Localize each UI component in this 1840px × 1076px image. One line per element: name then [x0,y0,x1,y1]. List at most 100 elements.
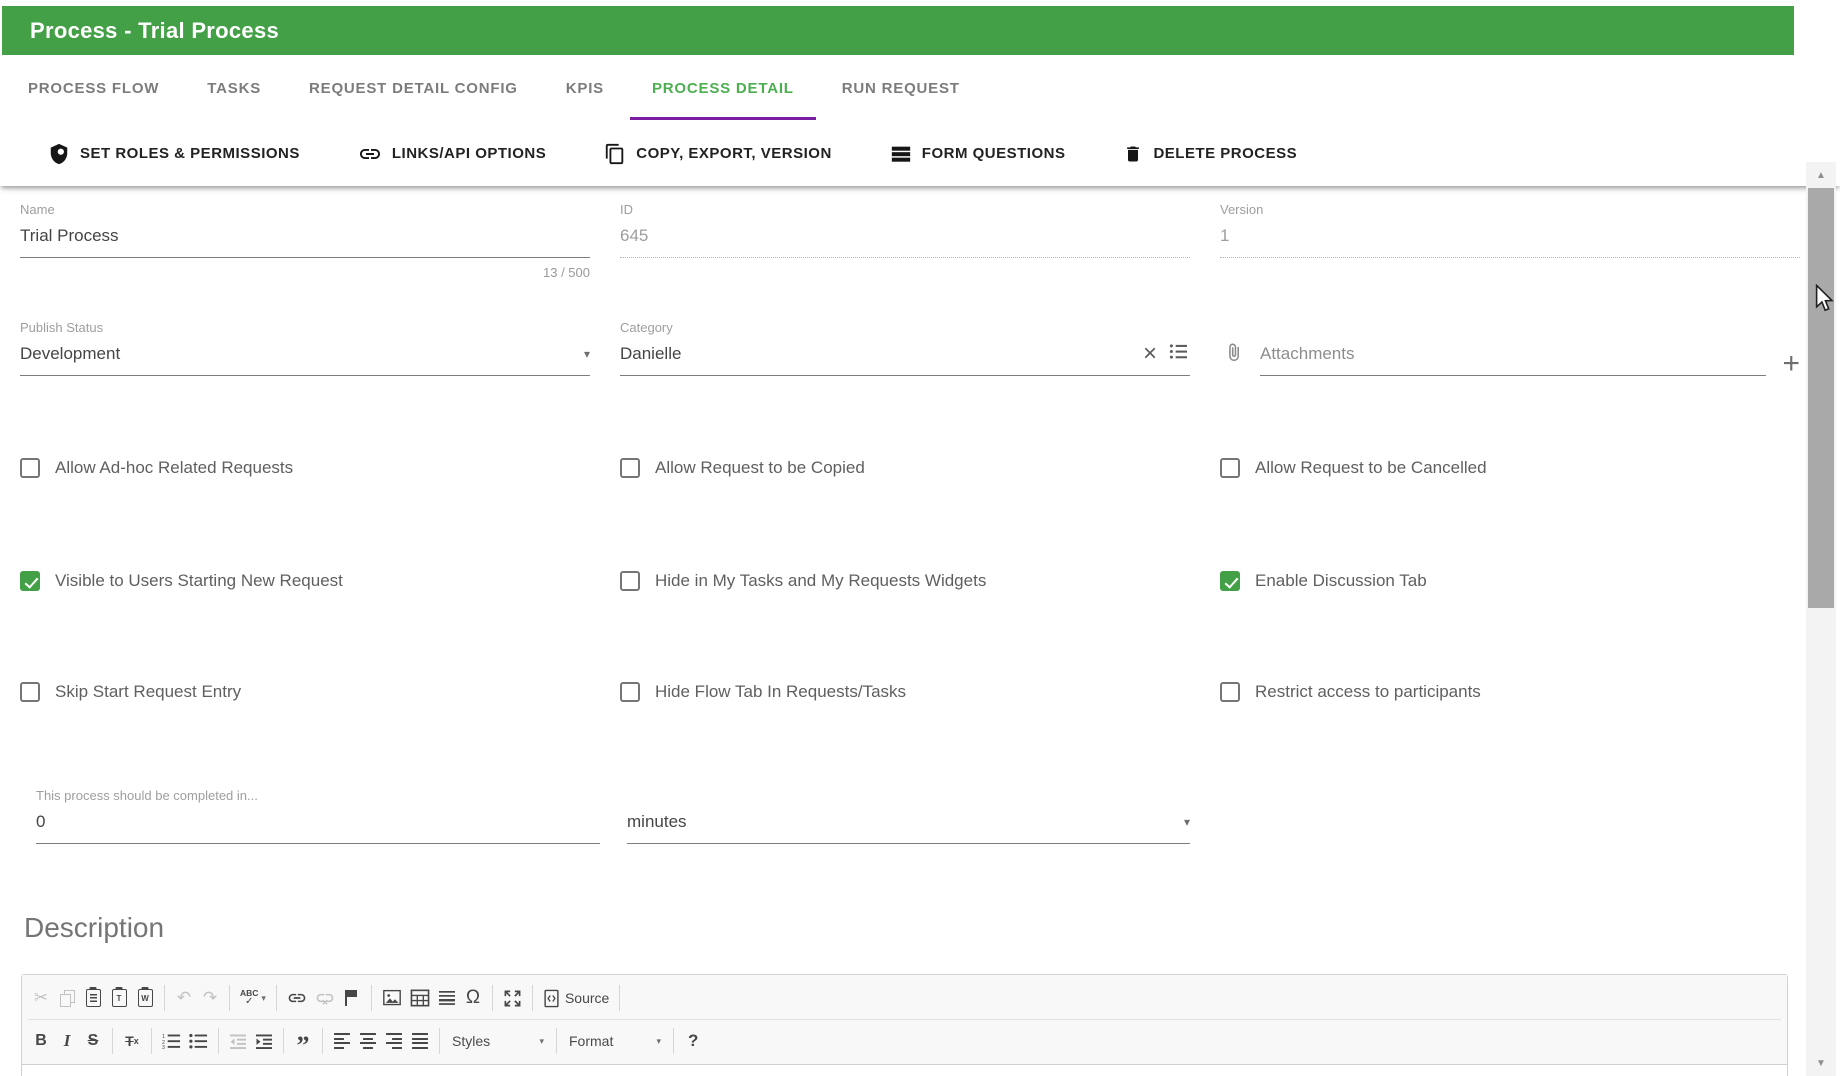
paste-from-word-icon[interactable]: W [132,984,158,1012]
checkbox-skip-start-request-entry[interactable] [20,682,40,702]
bold-icon[interactable]: B [28,1027,54,1055]
source-doc-icon [543,989,560,1008]
maximize-icon[interactable] [499,984,526,1012]
form-questions-button[interactable]: FORM QUESTIONS [890,143,1066,165]
checkbox-allow-adhoc-related-requests[interactable] [20,458,40,478]
insert-table-icon[interactable] [406,984,434,1012]
spell-check-icon[interactable]: ABC✓ ▾ [236,984,270,1012]
toolbar-separator [164,985,165,1011]
checkbox-row-item: Allow Request to be Copied [620,458,1190,478]
bulleted-list-icon[interactable] [185,1027,212,1055]
anchor-flag-icon[interactable] [339,984,365,1012]
page-title: Process - Trial Process [30,18,279,44]
source-button[interactable]: Source [539,984,613,1012]
toolbar-separator [229,985,230,1011]
remove-format-icon[interactable]: Tx [119,1027,145,1055]
add-attachment-icon[interactable]: + [1782,352,1800,376]
name-input[interactable]: Trial Process [20,226,590,246]
completed-in-label: This process should be completed in... [36,788,258,803]
special-character-icon[interactable]: Ω [460,984,486,1012]
paste-icon[interactable] [80,984,106,1012]
scroll-up-arrow-icon[interactable]: ▲ [1806,164,1836,186]
toolbar-separator [151,1028,152,1054]
vertical-scrollbar[interactable]: ▲ ▼ [1806,162,1836,1076]
category-list-icon[interactable] [1169,343,1188,365]
tab-request-detail-config[interactable]: REQUEST DETAIL CONFIG [309,55,518,121]
tab-kpis[interactable]: KPIS [566,55,604,121]
redo-icon: ↷ [197,984,223,1012]
increase-indent-icon[interactable] [251,1027,277,1055]
checkbox-allow-request-copied[interactable] [620,458,640,478]
italic-icon[interactable]: I [54,1027,80,1055]
paste-plain-text-icon[interactable]: T [106,984,132,1012]
toolbar-separator [283,1028,284,1054]
delete-process-button[interactable]: DELETE PROCESS [1123,143,1297,165]
insert-link-icon[interactable] [283,984,311,1012]
app-window: Process - Trial Process PROCESS FLOW TAS… [0,0,1840,1076]
toolbar-separator [532,985,533,1011]
version-value: 1 [1220,226,1800,246]
editor-content-area[interactable] [22,1065,1787,1076]
clear-category-icon[interactable]: × [1143,345,1157,363]
insert-image-icon[interactable] [378,984,406,1012]
set-roles-permissions-button[interactable]: SET ROLES & PERMISSIONS [48,143,300,165]
publish-status-label: Publish Status [20,320,590,335]
attachments-input[interactable]: Attachments [1260,344,1766,364]
strikethrough-icon[interactable]: S [80,1027,106,1055]
numbered-list-icon[interactable]: 123 [158,1027,185,1055]
checkbox-allow-request-cancelled[interactable] [1220,458,1240,478]
scrollbar-thumb[interactable] [1808,188,1834,608]
copy-icon [604,143,626,165]
toolbar-separator [619,985,620,1011]
header-bar: Process - Trial Process [2,6,1794,55]
checkbox-hide-in-widgets[interactable] [620,571,640,591]
tab-process-detail[interactable]: PROCESS DETAIL [652,55,794,121]
format-dropdown[interactable]: Format▾ [563,1033,667,1049]
name-char-counter: 13 / 500 [20,265,590,280]
copy-export-version-button[interactable]: COPY, EXPORT, VERSION [604,143,832,165]
toolbar-separator [218,1028,219,1054]
editor-help-icon[interactable]: ? [688,1031,698,1051]
tab-process-flow[interactable]: PROCESS FLOW [28,55,159,121]
checkbox-row-item: Allow Ad-hoc Related Requests [20,458,590,478]
chevron-down-icon: ▾ [656,1036,661,1047]
paperclip-icon [1224,341,1246,370]
blockquote-icon[interactable]: ” [290,1027,316,1055]
toolbar-separator [112,1028,113,1054]
tab-tasks[interactable]: TASKS [207,55,261,121]
chevron-down-icon: ▾ [261,993,266,1004]
list-bars-icon [890,143,912,165]
scroll-down-arrow-icon[interactable]: ▼ [1806,1052,1836,1074]
svg-text:3: 3 [162,1045,165,1049]
checkbox-row-item: Allow Request to be Cancelled [1220,458,1800,478]
shield-icon [48,143,70,165]
category-input[interactable]: Danielle [620,344,1137,364]
toolbar-separator [439,1028,440,1054]
tab-run-request[interactable]: RUN REQUEST [842,55,960,121]
align-right-icon[interactable] [381,1027,407,1055]
copy-icon [54,984,80,1012]
completed-in-input[interactable]: 0 [36,812,600,832]
toolbar-separator [276,985,277,1011]
styles-dropdown[interactable]: Styles▾ [446,1033,550,1049]
category-label: Category [620,320,1190,335]
description-rich-text-editor[interactable]: ✂ T W ↶ ↷ ABC✓ ▾ [21,974,1788,1076]
description-heading: Description [24,912,164,944]
align-center-icon[interactable] [355,1027,381,1055]
checkbox-hide-flow-tab[interactable] [620,682,640,702]
tab-bar: PROCESS FLOW TASKS REQUEST DETAIL CONFIG… [0,55,1794,121]
chevron-down-icon: ▾ [584,347,590,361]
attachments-field: Attachments + [1220,320,1800,376]
checkbox-restrict-access-participants[interactable] [1220,682,1240,702]
toolbar-separator [556,1028,557,1054]
checkbox-row-item: Enable Discussion Tab [1220,571,1800,591]
align-left-icon[interactable] [329,1027,355,1055]
completed-in-unit-field: minutes ▾ [627,810,1190,844]
horizontal-rule-icon[interactable] [434,984,460,1012]
links-api-options-button[interactable]: LINKS/API OPTIONS [358,142,546,166]
completed-in-unit-select[interactable]: minutes ▾ [627,810,1190,844]
align-justify-icon[interactable] [407,1027,433,1055]
checkbox-enable-discussion-tab[interactable] [1220,571,1240,591]
publish-status-select[interactable]: Development ▾ [20,342,590,376]
checkbox-visible-to-users[interactable] [20,571,40,591]
